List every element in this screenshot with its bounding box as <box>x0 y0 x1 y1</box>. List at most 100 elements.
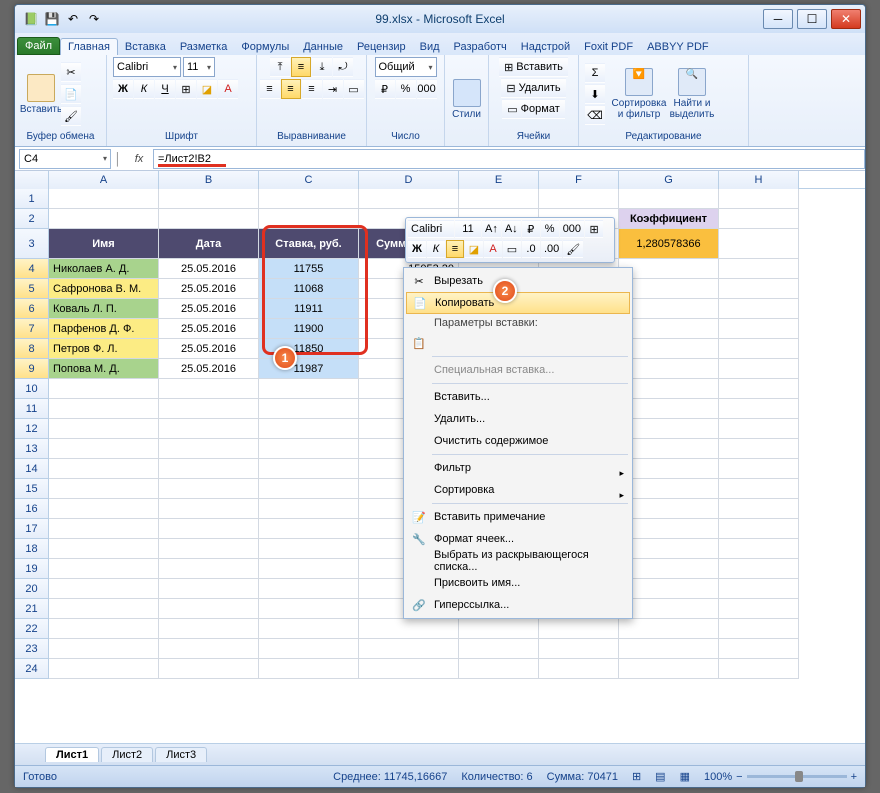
mini-align[interactable]: ≡ <box>446 240 464 258</box>
comma-button[interactable]: 000 <box>417 79 437 99</box>
cell-D22[interactable] <box>359 619 459 639</box>
view-layout-icon[interactable]: ▤ <box>655 770 665 783</box>
cell-G21[interactable] <box>619 599 719 619</box>
row-header-9[interactable]: 9 <box>15 359 49 379</box>
cell-E1[interactable] <box>459 189 539 209</box>
cell-H1[interactable] <box>719 189 799 209</box>
cell-G4[interactable] <box>619 259 719 279</box>
cell-E23[interactable] <box>459 639 539 659</box>
cell-H2[interactable] <box>719 209 799 229</box>
align-center[interactable]: ≡ <box>281 79 301 99</box>
tab-file[interactable]: Файл <box>17 37 60 55</box>
cell-H18[interactable] <box>719 539 799 559</box>
mini-merge[interactable]: ▭ <box>503 240 521 258</box>
cell-A11[interactable] <box>49 399 159 419</box>
cell-C5[interactable]: 11068 <box>259 279 359 299</box>
cell-C21[interactable] <box>259 599 359 619</box>
cell-H8[interactable] <box>719 339 799 359</box>
orientation[interactable]: ⤾ <box>333 57 353 77</box>
cell-B13[interactable] <box>159 439 259 459</box>
cell-G9[interactable] <box>619 359 719 379</box>
cell-A14[interactable] <box>49 459 159 479</box>
tab-foxit[interactable]: Foxit PDF <box>577 39 640 55</box>
cell-C7[interactable]: 11900 <box>259 319 359 339</box>
row-header-16[interactable]: 16 <box>15 499 49 519</box>
cell-B3[interactable]: Дата <box>159 229 259 259</box>
ctx-comment[interactable]: 📝Вставить примечание <box>406 506 630 528</box>
cell-G22[interactable] <box>619 619 719 639</box>
styles-button[interactable]: Стили <box>451 68 482 132</box>
tab-data[interactable]: Данные <box>296 39 350 55</box>
mini-fontcolor[interactable]: А <box>484 240 502 258</box>
align-right[interactable]: ≡ <box>302 79 322 99</box>
cell-A4[interactable]: Николаев А. Д. <box>49 259 159 279</box>
cell-B10[interactable] <box>159 379 259 399</box>
cell-A19[interactable] <box>49 559 159 579</box>
tab-developer[interactable]: Разработч <box>447 39 514 55</box>
italic-button[interactable]: К <box>134 79 154 99</box>
cell-G2[interactable]: Коэффициент <box>619 209 719 229</box>
cell-B16[interactable] <box>159 499 259 519</box>
align-mid[interactable]: ≡ <box>291 57 311 77</box>
row-header-18[interactable]: 18 <box>15 539 49 559</box>
mini-comma[interactable]: 000 <box>560 220 584 238</box>
cell-H7[interactable] <box>719 319 799 339</box>
cell-A18[interactable] <box>49 539 159 559</box>
row-header-22[interactable]: 22 <box>15 619 49 639</box>
row-header-20[interactable]: 20 <box>15 579 49 599</box>
view-break-icon[interactable]: ▦ <box>680 770 690 783</box>
cell-B18[interactable] <box>159 539 259 559</box>
find-select-button[interactable]: 🔍Найти и выделить <box>667 62 717 126</box>
cell-H15[interactable] <box>719 479 799 499</box>
cell-A13[interactable] <box>49 439 159 459</box>
align-left[interactable]: ≡ <box>260 79 280 99</box>
font-family-dropdown[interactable]: Calibri <box>113 57 181 77</box>
cell-D1[interactable] <box>359 189 459 209</box>
cut-icon[interactable]: ✂ <box>61 62 81 82</box>
tab-home[interactable]: Главная <box>60 38 118 55</box>
cell-A6[interactable]: Коваль Л. П. <box>49 299 159 319</box>
cell-C2[interactable] <box>259 209 359 229</box>
row-header-14[interactable]: 14 <box>15 459 49 479</box>
sheet-area[interactable]: ABCDEFGH 1234567891011121314151617181920… <box>15 171 865 743</box>
cell-G20[interactable] <box>619 579 719 599</box>
cell-G8[interactable] <box>619 339 719 359</box>
cell-H3[interactable] <box>719 229 799 259</box>
cell-G7[interactable] <box>619 319 719 339</box>
zoom-control[interactable]: 100% −+ <box>704 771 857 783</box>
cell-D24[interactable] <box>359 659 459 679</box>
cell-H4[interactable] <box>719 259 799 279</box>
ctx-cut[interactable]: ✂Вырезать <box>406 270 630 292</box>
cell-G1[interactable] <box>619 189 719 209</box>
row-header-21[interactable]: 21 <box>15 599 49 619</box>
cell-G15[interactable] <box>619 479 719 499</box>
col-header-B[interactable]: B <box>159 171 259 189</box>
cell-F24[interactable] <box>539 659 619 679</box>
cell-B7[interactable]: 25.05.2016 <box>159 319 259 339</box>
cell-G6[interactable] <box>619 299 719 319</box>
autosum-button[interactable]: Σ <box>585 63 605 83</box>
cell-C1[interactable] <box>259 189 359 209</box>
col-header-G[interactable]: G <box>619 171 719 189</box>
ctx-hyperlink[interactable]: 🔗Гиперссылка... <box>406 594 630 616</box>
cell-H24[interactable] <box>719 659 799 679</box>
cell-H21[interactable] <box>719 599 799 619</box>
ctx-define-name[interactable]: Присвоить имя... <box>406 572 630 594</box>
fx-icon[interactable]: fx <box>129 149 149 169</box>
undo-icon[interactable]: ↶ <box>63 9 83 29</box>
cell-F23[interactable] <box>539 639 619 659</box>
row-header-23[interactable]: 23 <box>15 639 49 659</box>
cell-C3[interactable]: Ставка, руб. <box>259 229 359 259</box>
row-header-17[interactable]: 17 <box>15 519 49 539</box>
cell-C15[interactable] <box>259 479 359 499</box>
cell-G24[interactable] <box>619 659 719 679</box>
cell-C22[interactable] <box>259 619 359 639</box>
sheet-tab-2[interactable]: Лист2 <box>101 747 153 762</box>
cell-H12[interactable] <box>719 419 799 439</box>
cell-B6[interactable]: 25.05.2016 <box>159 299 259 319</box>
cell-H19[interactable] <box>719 559 799 579</box>
cell-A12[interactable] <box>49 419 159 439</box>
name-box[interactable]: C4 <box>19 149 111 169</box>
col-header-H[interactable]: H <box>719 171 799 189</box>
border-button[interactable]: ⊞ <box>176 79 196 99</box>
